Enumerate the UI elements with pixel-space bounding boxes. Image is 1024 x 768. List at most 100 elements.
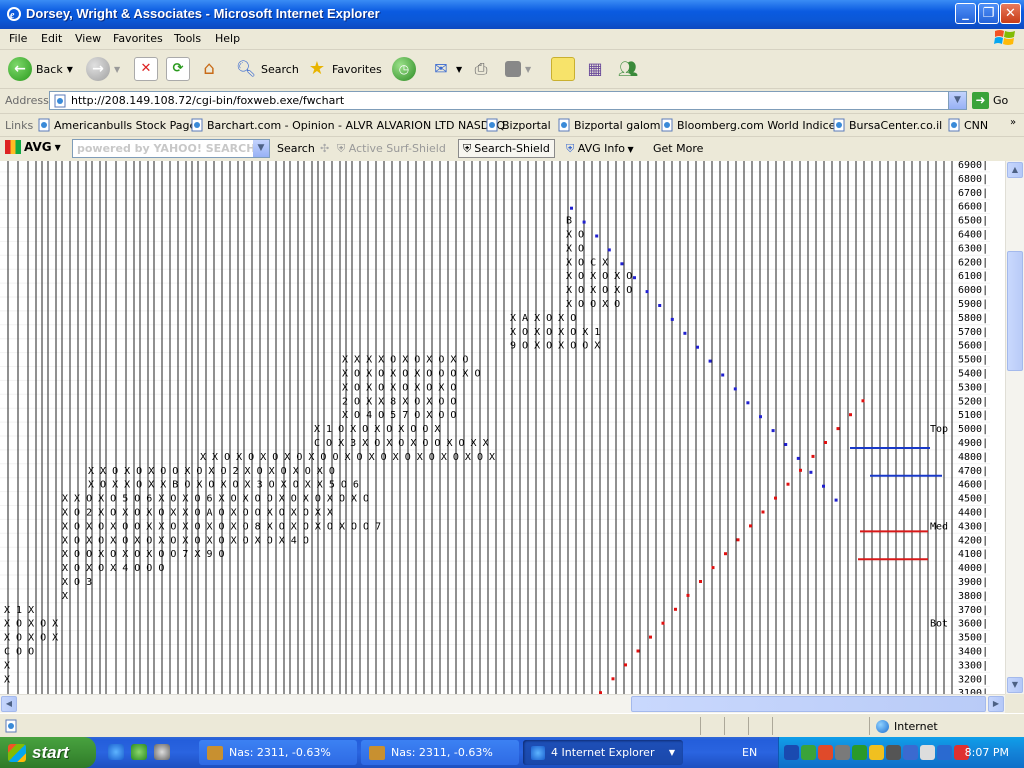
print-button[interactable]: ⎙: [470, 56, 492, 82]
menu-favorites[interactable]: Favorites: [113, 32, 163, 45]
tray-settings-icon[interactable]: [835, 745, 850, 760]
taskbar-button-nas-1[interactable]: Nas: 2311, -0.63%: [199, 740, 357, 765]
back-button[interactable]: ← Back ▼: [8, 56, 73, 82]
address-input[interactable]: http://208.149.108.72/cgi-bin/foxweb.exe…: [49, 91, 967, 110]
home-button[interactable]: ⌂: [198, 56, 220, 82]
edit-dropdown-icon[interactable]: ▼: [525, 65, 531, 74]
tray-antivirus-icon[interactable]: [818, 745, 833, 760]
chart-row-text: X O X O X O: [566, 271, 632, 282]
stop-button[interactable]: ✕: [134, 56, 158, 82]
title-bar[interactable]: e Dorsey, Wright & Associates - Microsof…: [0, 0, 1024, 29]
chart-row-text: X O X O X O X O O O X O: [342, 369, 480, 380]
tray-volume-icon[interactable]: [920, 745, 935, 760]
links-overflow-icon[interactable]: »: [1010, 117, 1016, 128]
search-button[interactable]: 🔍︎ Search: [235, 56, 299, 82]
menu-file[interactable]: File: [9, 32, 27, 45]
link-label: Bizportal: [502, 118, 551, 132]
tray-display-icon[interactable]: [937, 745, 952, 760]
red-trend-dot: [749, 524, 752, 528]
menu-tools[interactable]: Tools: [174, 32, 201, 45]
blue-trend-dot: [733, 387, 737, 391]
avg-settings-icon[interactable]: ✣: [320, 142, 329, 155]
mail-dropdown-icon[interactable]: ▼: [456, 65, 462, 74]
maximize-button[interactable]: ❐: [978, 3, 999, 24]
blue-trend-dot: [658, 304, 662, 307]
edit-button[interactable]: ▼: [505, 56, 531, 82]
link-barchart[interactable]: Barchart.com - Opinion - ALVR ALVARION L…: [190, 118, 505, 132]
y-axis-label: 3300|: [958, 660, 988, 671]
chart-row-text: X O X O X 4 O O O: [62, 563, 164, 574]
link-bloomberg[interactable]: Bloomberg.com World Indices: [660, 118, 841, 132]
avg-menu-button[interactable]: AVG ▼: [5, 140, 61, 154]
red-trend-dot: [736, 538, 740, 542]
link-cnn[interactable]: CNN: [947, 118, 988, 132]
chart-row-text: X X O X O 5 O 6 X O X O 6 X O X O O X O …: [62, 494, 369, 505]
avg-info-button[interactable]: ⛨ AVG Info ▼: [566, 142, 634, 156]
yahoo-search-input[interactable]: powered by YAHOO! SEARCH ▼: [72, 139, 270, 158]
back-dropdown-icon[interactable]: ▼: [67, 65, 73, 74]
chart-row-text: X: [62, 591, 68, 602]
search-shield-button[interactable]: ⛨ Search-Shield: [458, 139, 555, 158]
y-axis-label: 5400|: [958, 369, 988, 380]
quicklaunch-media-icon[interactable]: [131, 744, 147, 760]
tray-network-icon[interactable]: [784, 745, 799, 760]
mail-button[interactable]: ✉ ▼: [430, 56, 462, 82]
horizontal-scrollbar[interactable]: ◀ ▶: [0, 694, 1005, 713]
messenger-button[interactable]: 👥︎: [617, 56, 639, 82]
link-page-icon: [833, 118, 845, 132]
close-button[interactable]: ✕: [1000, 3, 1021, 24]
red-trend-dot: [849, 413, 852, 417]
forward-button[interactable]: → ▼: [86, 56, 120, 82]
scroll-down-arrow-icon[interactable]: ▼: [1007, 677, 1023, 693]
red-trend-dot: [661, 621, 665, 625]
refresh-button[interactable]: ⟳: [166, 56, 190, 82]
link-bizportal[interactable]: Bizportal: [485, 118, 551, 132]
go-button[interactable]: ➜ Go: [972, 92, 1008, 109]
security-zone[interactable]: Internet: [876, 720, 938, 733]
tray-app-icon[interactable]: [886, 745, 901, 760]
yahoo-dropdown-icon[interactable]: ▼: [253, 140, 269, 157]
tray-update-icon[interactable]: [903, 745, 918, 760]
scroll-right-arrow-icon[interactable]: ▶: [988, 696, 1004, 712]
quicklaunch-messenger-icon[interactable]: [154, 744, 170, 760]
history-button[interactable]: ◷: [392, 56, 416, 82]
vertical-scrollbar[interactable]: ▲ ▼: [1005, 161, 1024, 694]
blue-trend-dot: [759, 415, 762, 419]
get-more-button[interactable]: Get More: [653, 142, 703, 155]
forward-dropdown-icon[interactable]: ▼: [114, 65, 120, 74]
address-dropdown-icon[interactable]: ▼: [948, 92, 966, 109]
tray-messenger-icon[interactable]: [869, 745, 884, 760]
link-page-icon: [191, 118, 203, 132]
scroll-left-arrow-icon[interactable]: ◀: [1, 696, 17, 712]
link-bursacenter[interactable]: BursaCenter.co.il: [832, 118, 942, 132]
blue-trend-dot: [683, 331, 687, 335]
menu-help[interactable]: Help: [215, 32, 240, 45]
active-surf-shield-button[interactable]: ⛨ Active Surf-Shield: [337, 142, 446, 156]
task-label: 4 Internet Explorer: [551, 746, 655, 759]
menu-view[interactable]: View: [75, 32, 101, 45]
research-button[interactable]: ▦: [584, 56, 606, 82]
vertical-scroll-thumb[interactable]: [1007, 251, 1023, 371]
taskbar-button-ie-group[interactable]: 4 Internet Explorer ▼: [523, 740, 683, 765]
language-indicator[interactable]: EN: [742, 746, 757, 759]
start-button[interactable]: start: [0, 737, 96, 768]
go-label: Go: [993, 94, 1009, 107]
horizontal-scroll-thumb[interactable]: [631, 696, 986, 712]
favorites-button[interactable]: ★ Favorites: [306, 56, 382, 82]
scroll-up-arrow-icon[interactable]: ▲: [1007, 162, 1023, 178]
quicklaunch-ie-icon[interactable]: [108, 744, 124, 760]
taskbar-button-nas-2[interactable]: Nas: 2311, -0.63%: [361, 740, 519, 765]
discuss-button[interactable]: [551, 56, 575, 82]
tray-green-icon[interactable]: [852, 745, 867, 760]
y-axis-label: 6700|: [958, 188, 988, 199]
link-bizportal-galom[interactable]: Bizportal galom: [557, 118, 660, 132]
menu-edit[interactable]: Edit: [41, 32, 62, 45]
y-axis-label: 6100|: [958, 271, 988, 282]
red-trend-dot: [774, 496, 777, 500]
minimize-button[interactable]: _: [955, 3, 976, 24]
red-trend-dot: [836, 427, 840, 431]
tray-avg-icon[interactable]: [801, 745, 816, 760]
avg-search-button[interactable]: Search: [277, 142, 315, 155]
link-americanbulls[interactable]: Americanbulls Stock Page: [37, 118, 196, 132]
chart-row-text: 9 O X O X O O X: [510, 341, 600, 352]
